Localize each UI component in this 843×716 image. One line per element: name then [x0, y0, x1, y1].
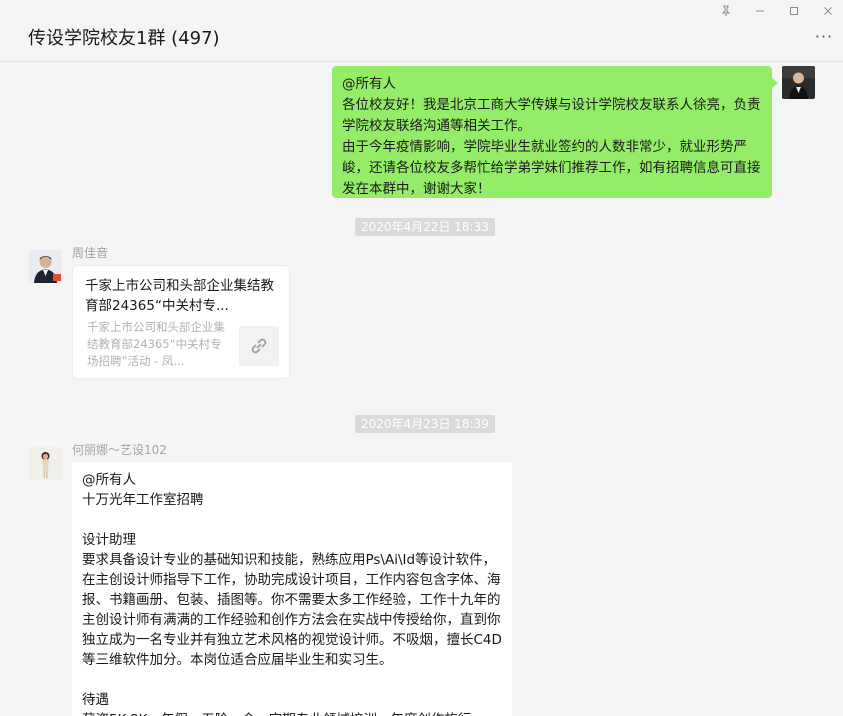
title-bar: 传设学院校友1群 (497) ··· — [0, 0, 843, 62]
sender-name: 周佳音 — [72, 246, 109, 260]
chat-title: 传设学院校友1群 (497) — [28, 28, 220, 49]
maximize-icon[interactable] — [784, 4, 804, 22]
minimize-icon[interactable] — [750, 4, 770, 22]
sender-avatar[interactable] — [29, 250, 62, 283]
link-card-description: 千家上市公司和头部企业集结教育部24365“中关村专场招聘”活动 - 凤... — [87, 320, 225, 368]
link-card-title: 千家上市公司和头部企业集结教育部24365“中关村专... — [85, 278, 274, 314]
timestamp: 2020年4月22日 18:33 — [355, 218, 495, 236]
message-bubble-other[interactable]: @所有人 十万光年工作室招聘 设计助理 要求具备设计专业的基础知识和技能，熟练应… — [72, 462, 512, 716]
more-options-button[interactable]: ··· — [813, 28, 835, 46]
sender-name: 何丽娜～艺设102 — [72, 443, 167, 457]
link-card[interactable]: 千家上市公司和头部企业集结教育部24365“中关村专... 千家上市公司和头部企… — [72, 265, 290, 379]
link-icon — [239, 326, 279, 366]
message-bubble-self[interactable]: @所有人 各位校友好！我是北京工商大学传媒与设计学院校友联系人徐亮，负责学院校友… — [332, 66, 778, 198]
timestamp: 2020年4月23日 18:39 — [355, 415, 495, 433]
close-icon[interactable] — [818, 4, 838, 22]
self-avatar[interactable] — [782, 66, 815, 99]
sender-avatar[interactable] — [29, 447, 62, 480]
message-text: @所有人 各位校友好！我是北京工商大学传媒与设计学院校友联系人徐亮，负责学院校友… — [342, 76, 761, 197]
message-text: @所有人 十万光年工作室招聘 设计助理 要求具备设计专业的基础知识和技能，熟练应… — [82, 472, 502, 716]
pin-icon[interactable] — [716, 4, 736, 22]
